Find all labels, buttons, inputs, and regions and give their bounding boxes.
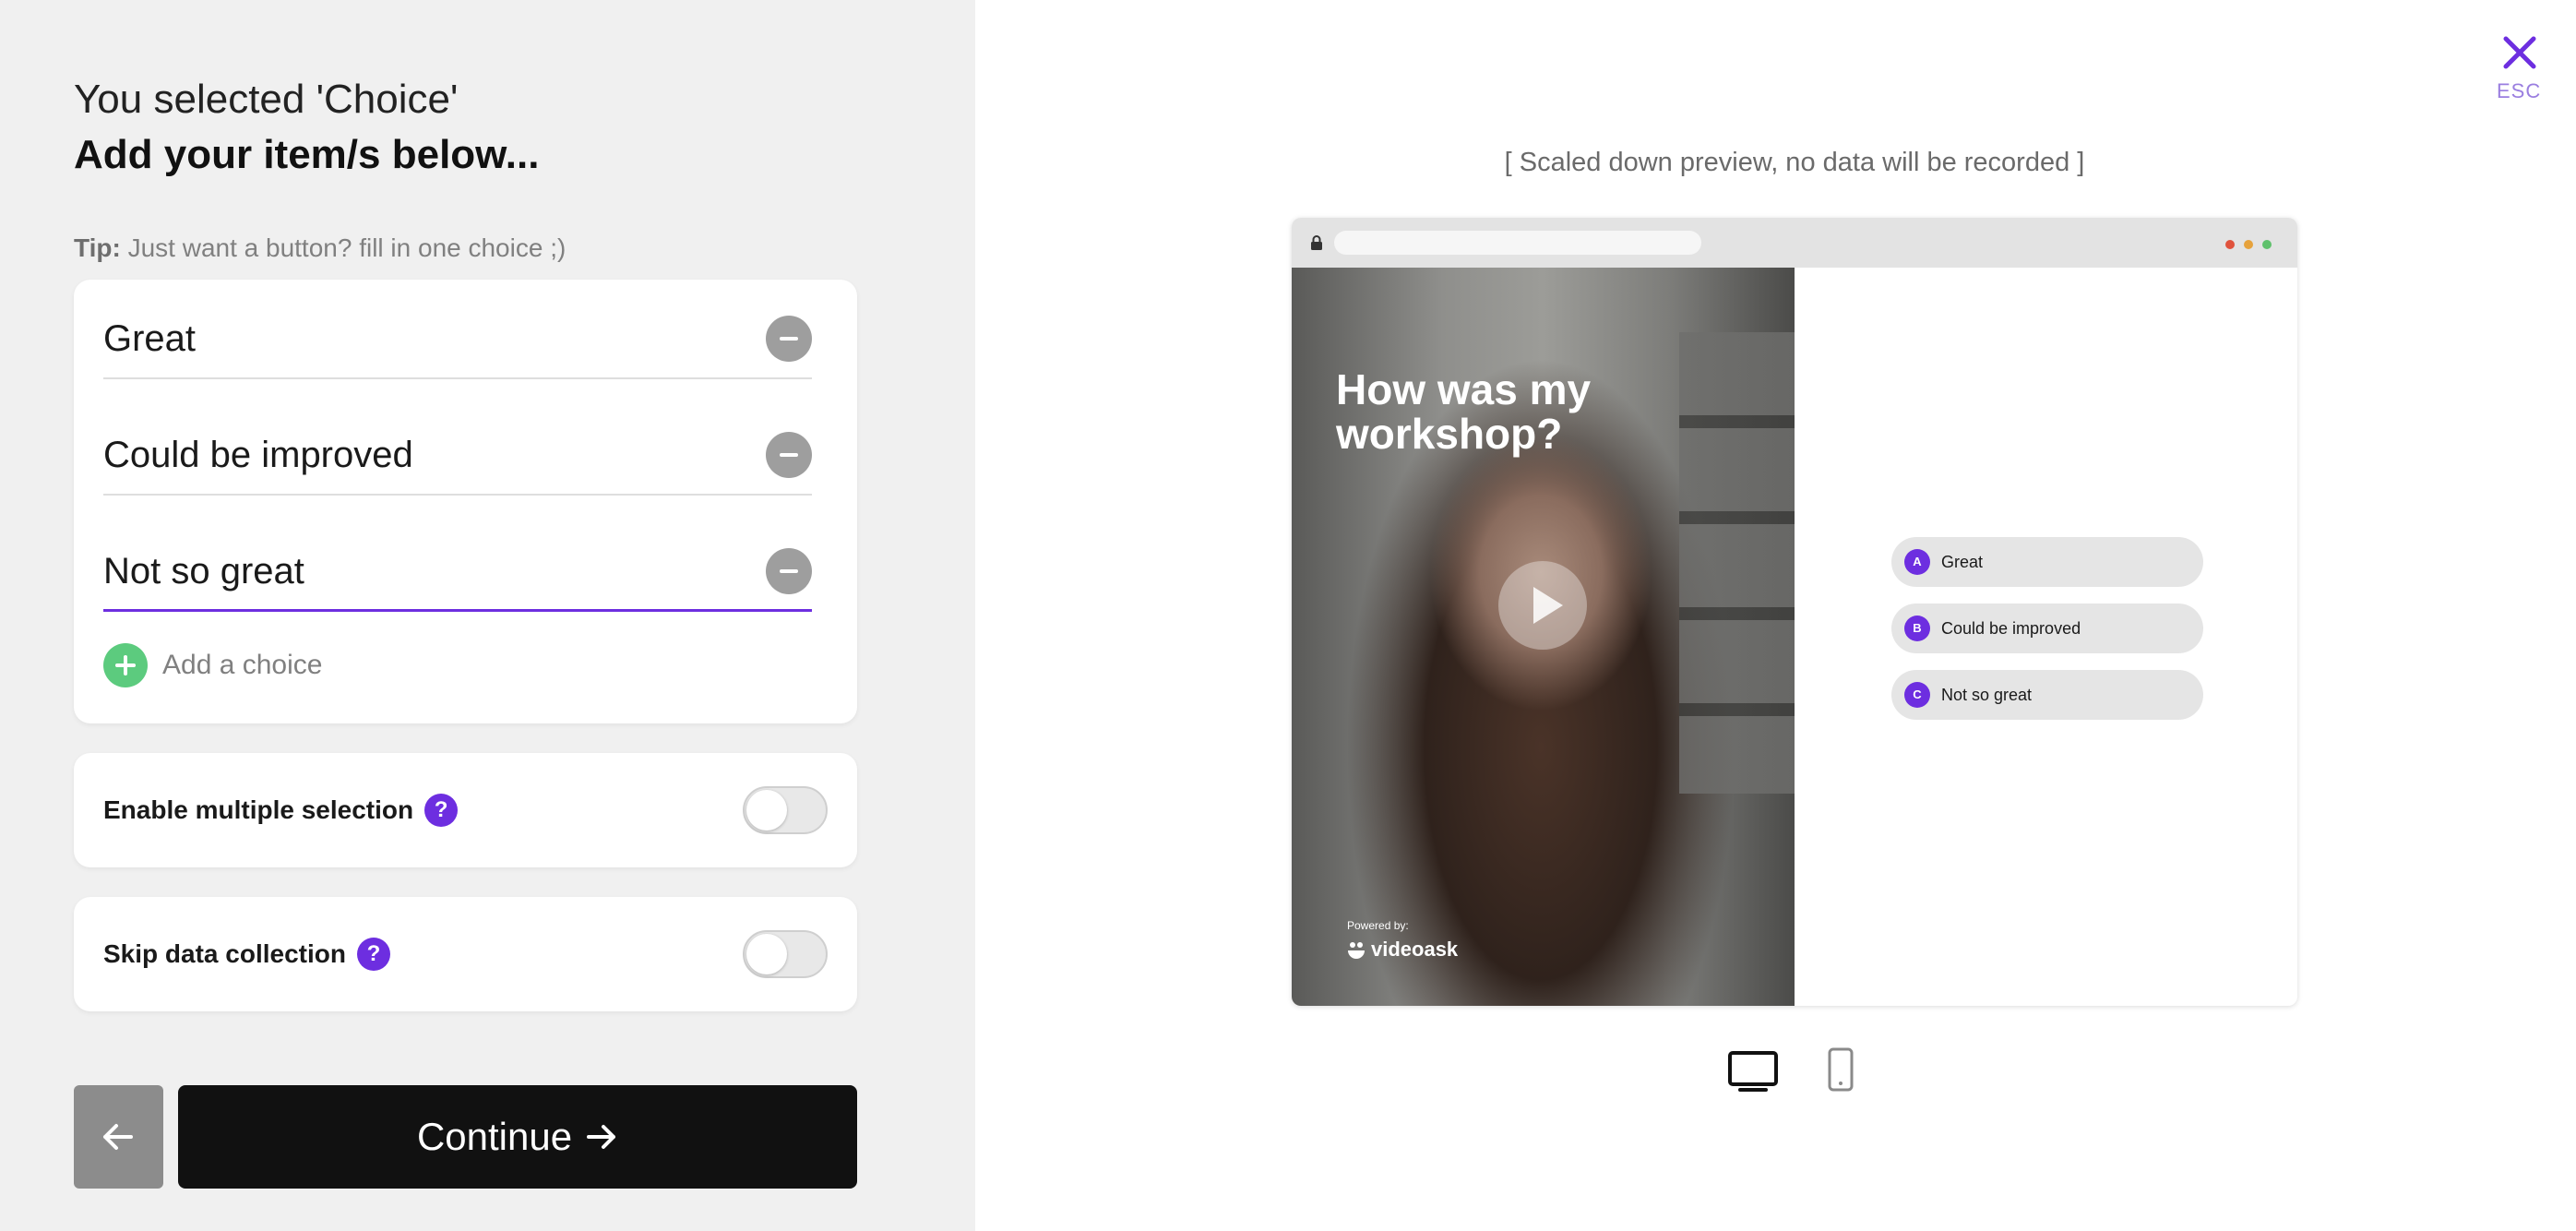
videoask-logo-icon — [1348, 942, 1365, 959]
skip-data-label: Skip data collection — [103, 939, 346, 968]
skip-data-toggle[interactable] — [743, 930, 828, 978]
powered-by-label: Powered by: — [1347, 919, 1409, 932]
preview-choice-c[interactable]: C Not so great — [1891, 670, 2203, 720]
choice-input[interactable]: Could be improved — [103, 431, 413, 479]
remove-choice-icon[interactable] — [766, 548, 812, 594]
desktop-icon-svg — [1728, 1051, 1778, 1092]
add-choice-label: Add a choice — [162, 650, 323, 680]
back-button[interactable] — [74, 1085, 163, 1189]
continue-label: Continue — [416, 1115, 573, 1158]
choice-letter-badge: B — [1904, 616, 1930, 641]
selected-type-heading: You selected 'Choice' — [74, 77, 459, 122]
window-dot-green — [2262, 240, 2272, 249]
help-icon[interactable]: ? — [424, 794, 459, 827]
close-icon[interactable] — [2498, 31, 2541, 74]
browser-bar — [1292, 218, 2297, 268]
multiple-selection-label: Enable multiple selection — [103, 795, 414, 824]
skip-data-card: Skip data collection ? — [74, 897, 857, 1011]
mobile-icon[interactable] — [1827, 1046, 1854, 1093]
choice-item-1[interactable]: Great — [103, 280, 812, 379]
preview-choice-b[interactable]: B Could be improved — [1891, 604, 2203, 653]
preview-choice-a[interactable]: A Great — [1891, 537, 2203, 587]
choice-input[interactable]: Great — [103, 315, 196, 363]
tip-body: Just want a button? fill in one choice ;… — [120, 233, 566, 262]
brand-name: videoask — [1371, 938, 1459, 961]
remove-choice-icon[interactable] — [766, 316, 812, 362]
videoask-logo: videoask — [1347, 938, 1458, 962]
preview-choice-label: Could be improved — [1941, 618, 2081, 638]
multiple-selection-toggle[interactable] — [743, 786, 828, 834]
multiple-selection-option: Enable multiple selection ? — [103, 793, 459, 828]
tip-text: Tip: Just want a button? fill in one cho… — [74, 232, 566, 265]
continue-button[interactable]: Continue — [178, 1085, 857, 1189]
toggle-knob — [746, 934, 787, 974]
mobile-icon-svg — [1828, 1047, 1854, 1092]
left-panel: You selected 'Choice' Add your item/s be… — [0, 0, 975, 1231]
tip-prefix: Tip: — [74, 233, 121, 262]
arrow-right-icon — [587, 1125, 616, 1149]
preview-window: How was my workshop? Powered by: videoas… — [1292, 218, 2297, 1006]
video-preview: How was my workshop? Powered by: videoas… — [1292, 268, 1795, 1006]
arrow-left-icon — [103, 1124, 133, 1150]
multiple-selection-card: Enable multiple selection ? — [74, 753, 857, 867]
choice-item-2[interactable]: Could be improved — [103, 396, 812, 496]
choice-item-3[interactable]: Not so great — [103, 512, 812, 612]
esc-label: ESC — [2497, 79, 2542, 102]
choice-letter-badge: C — [1904, 682, 1930, 708]
toggle-knob — [746, 790, 787, 831]
preview-choice-label: Not so great — [1941, 685, 2033, 704]
add-items-heading: Add your item/s below... — [74, 132, 540, 177]
window-dot-red — [2225, 240, 2235, 249]
url-bar — [1334, 231, 1701, 255]
lock-icon — [1311, 235, 1322, 250]
video-background-shelves — [1679, 332, 1795, 794]
help-icon[interactable]: ? — [356, 938, 390, 971]
play-icon[interactable] — [1498, 561, 1587, 650]
preview-note: [ Scaled down preview, no data will be r… — [1504, 148, 2085, 177]
add-choice-button[interactable]: Add a choice — [103, 643, 322, 687]
plus-icon[interactable] — [103, 643, 148, 687]
close-button[interactable] — [2498, 31, 2541, 74]
skip-data-option: Skip data collection ? — [103, 937, 390, 972]
window-dot-yellow — [2244, 240, 2253, 249]
choice-letter-badge: A — [1904, 549, 1930, 575]
preview-choice-label: Great — [1941, 552, 1984, 571]
desktop-icon[interactable] — [1727, 1050, 1779, 1093]
video-title: How was my workshop? — [1336, 365, 1592, 458]
choice-input[interactable]: Not so great — [103, 547, 304, 595]
choices-card: Great Could be improved Not so great Add… — [74, 280, 857, 723]
remove-choice-icon[interactable] — [766, 432, 812, 478]
